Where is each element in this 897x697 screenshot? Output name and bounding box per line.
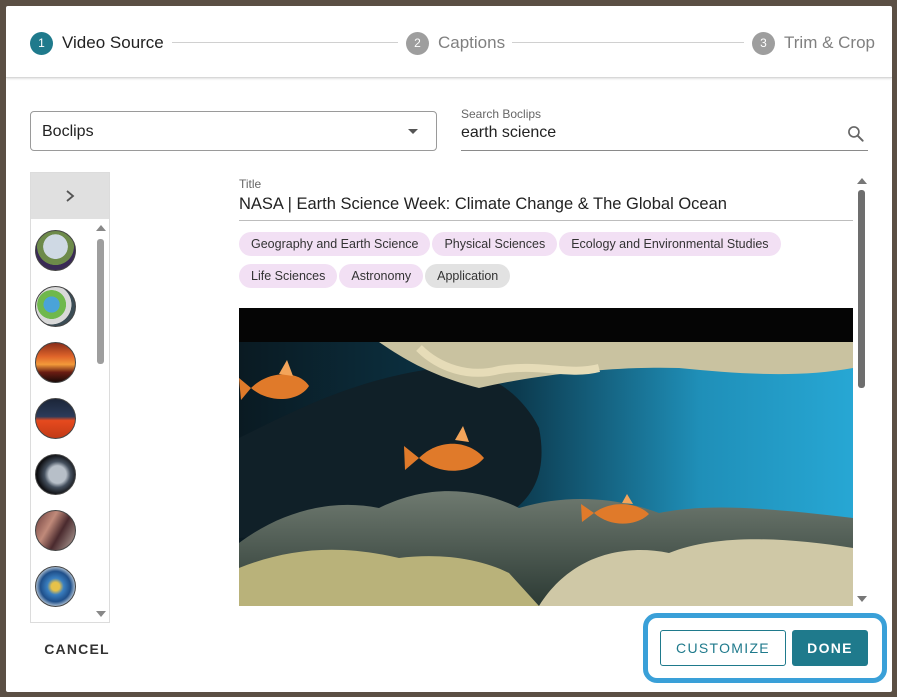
video-frame-image bbox=[239, 308, 853, 606]
tag-row: Geography and Earth Science Physical Sci… bbox=[239, 232, 839, 256]
source-select[interactable]: Boclips bbox=[30, 111, 437, 151]
title-field: Title NASA | Earth Science Week: Climate… bbox=[239, 176, 853, 221]
cancel-button[interactable]: CANCEL bbox=[32, 634, 122, 664]
result-thumbnail[interactable] bbox=[35, 566, 76, 607]
title-label: Title bbox=[239, 177, 262, 191]
result-thumbnail[interactable] bbox=[35, 342, 76, 383]
result-thumbnail[interactable] bbox=[35, 454, 76, 495]
subject-tag: Physical Sciences bbox=[432, 232, 558, 256]
stepper: 1 Video Source 2 Captions 3 Trim & Crop bbox=[6, 6, 892, 78]
video-title: NASA | Earth Science Week: Climate Chang… bbox=[239, 195, 727, 213]
step-number: 3 bbox=[752, 31, 775, 55]
subject-tag: Geography and Earth Science bbox=[239, 232, 431, 256]
results-list bbox=[30, 172, 110, 623]
step-number: 2 bbox=[406, 31, 429, 55]
step-connector bbox=[172, 42, 398, 43]
subject-tag: Astronomy bbox=[339, 264, 424, 288]
scrollbar-thumb[interactable] bbox=[858, 190, 865, 388]
step-connector bbox=[512, 42, 744, 43]
detail-scrollbar[interactable] bbox=[855, 176, 867, 608]
scroll-up-arrow-icon[interactable] bbox=[857, 178, 867, 184]
video-player[interactable] bbox=[239, 308, 853, 606]
step-trim-crop[interactable]: 3 Trim & Crop bbox=[752, 31, 875, 55]
step-label: Trim & Crop bbox=[784, 33, 875, 52]
results-scrollbar[interactable] bbox=[94, 223, 108, 620]
done-button[interactable]: DONE bbox=[792, 630, 868, 666]
step-number: 1 bbox=[30, 31, 53, 55]
type-tag: Application bbox=[425, 264, 511, 288]
search-icon[interactable] bbox=[846, 124, 866, 144]
search-label: Search Boclips bbox=[461, 107, 542, 121]
source-select-value: Boclips bbox=[42, 123, 94, 140]
customize-button[interactable]: CUSTOMIZE bbox=[660, 630, 786, 666]
scroll-down-arrow-icon[interactable] bbox=[857, 596, 867, 602]
scroll-up-arrow-icon[interactable] bbox=[96, 225, 106, 231]
result-thumbnail[interactable] bbox=[35, 286, 76, 327]
window-frame: 1 Video Source 2 Captions 3 Trim & Crop … bbox=[0, 0, 897, 697]
result-thumbnail[interactable] bbox=[35, 510, 76, 551]
tag-row: Life Sciences Astronomy Application bbox=[239, 264, 839, 288]
result-thumbnail[interactable] bbox=[35, 230, 76, 271]
result-thumbnail[interactable] bbox=[35, 398, 76, 439]
scroll-down-arrow-icon[interactable] bbox=[96, 611, 106, 617]
step-label: Captions bbox=[438, 33, 506, 52]
search-field: Search Boclips bbox=[461, 104, 868, 151]
chevron-right-icon bbox=[66, 190, 75, 202]
subject-tag: Ecology and Environmental Studies bbox=[559, 232, 781, 256]
dropdown-caret-icon bbox=[408, 129, 418, 134]
step-captions[interactable]: 2 Captions bbox=[406, 31, 505, 55]
step-label: Video Source bbox=[62, 33, 164, 52]
step-video-source[interactable]: 1 Video Source bbox=[30, 31, 164, 55]
video-source-dialog: 1 Video Source 2 Captions 3 Trim & Crop … bbox=[6, 6, 892, 692]
expand-list-button[interactable] bbox=[31, 173, 109, 219]
scrollbar-thumb[interactable] bbox=[97, 239, 104, 364]
subject-tag: Life Sciences bbox=[239, 264, 338, 288]
search-input[interactable] bbox=[461, 124, 831, 142]
